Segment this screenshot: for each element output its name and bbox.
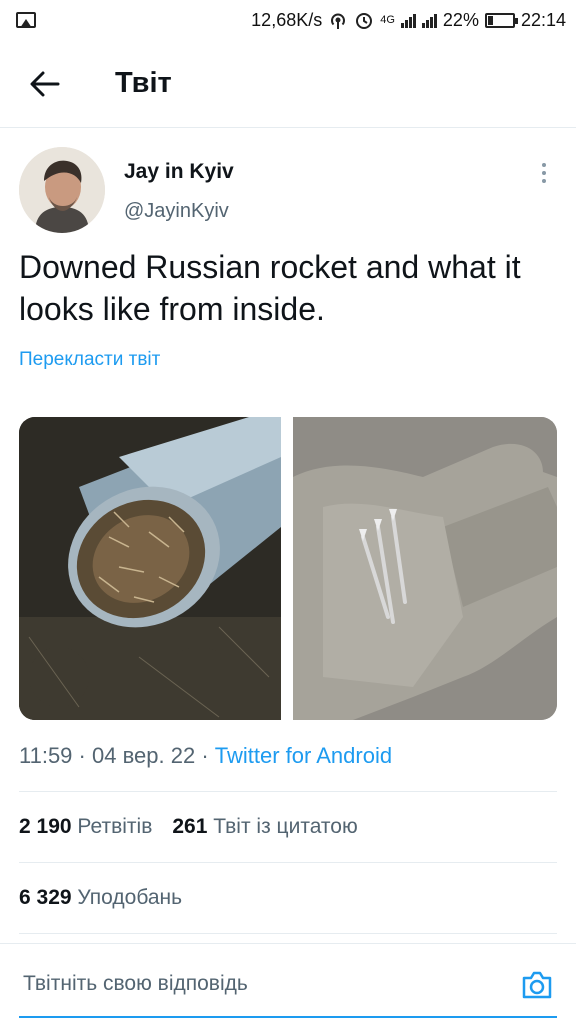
retweets-count: 2 190 [19, 815, 72, 838]
likes-count: 6 329 [19, 886, 72, 909]
clock: 22:14 [520, 9, 566, 30]
divider [19, 791, 557, 792]
tweet-media [19, 417, 557, 720]
tweet-client-link[interactable]: Twitter for Android [215, 743, 392, 768]
hotspot-icon [331, 13, 346, 29]
likes-stat[interactable]: 6 329 Уподобань [19, 886, 182, 910]
avatar-image [19, 147, 105, 233]
page-title: Твіт [115, 67, 172, 99]
divider [19, 862, 557, 863]
tweet-text: Downed Russian rocket and what it looks … [19, 249, 521, 327]
header: Твіт [0, 40, 576, 128]
likes-label: Уподобань [77, 886, 183, 909]
retweets-stat[interactable]: 2 190 Ретвітів [19, 815, 152, 839]
divider [19, 933, 557, 934]
avatar[interactable] [19, 147, 105, 233]
retweet-stats: 2 190 Ретвітів 261 Твіт із цитатою [19, 815, 358, 839]
more-options-button[interactable] [530, 158, 558, 188]
photo-icon [19, 417, 281, 720]
image-icon [16, 12, 36, 28]
meta-separator: · [78, 743, 86, 768]
quotes-label: Твіт із цитатою [213, 815, 358, 838]
author-handle[interactable]: @JayinKyiv [124, 200, 229, 223]
quotes-stat[interactable]: 261 Твіт із цитатою [172, 815, 357, 839]
battery-icon [484, 12, 518, 28]
back-button[interactable] [17, 56, 73, 112]
photo-rocket-tube[interactable] [19, 417, 281, 720]
tweet-date: 04 вер. 22 [92, 743, 196, 768]
meta-separator: · [201, 743, 209, 768]
retweets-label: Ретвітів [77, 815, 153, 838]
reply-bar: Твітніть свою відповідь [0, 943, 576, 1024]
more-dot-icon [542, 179, 546, 183]
reply-input-underline [19, 1016, 557, 1018]
more-dot-icon [542, 163, 546, 167]
camera-icon[interactable] [520, 968, 554, 1002]
network-type: 4G [380, 14, 395, 26]
network-speed: 12,68K/s [251, 9, 323, 30]
author-name[interactable]: Jay in Kyiv [124, 160, 234, 184]
photo-darts-in-glove[interactable] [293, 417, 557, 720]
alarm-icon [356, 13, 373, 29]
translate-tweet-link[interactable]: Перекласти твіт [19, 349, 160, 371]
photo-icon [293, 417, 557, 720]
tweet-timestamp: 11:59 · 04 вер. 22 · Twitter for Android [19, 743, 392, 769]
battery-percent: 22% [442, 9, 479, 30]
tweet-time: 11:59 [19, 743, 73, 768]
reply-input[interactable]: Твітніть свою відповідь [23, 972, 248, 996]
more-dot-icon [542, 171, 546, 175]
status-bar: 12,68K/s 4G 22% 22:14 [0, 0, 576, 40]
signal-icon-2 [421, 12, 437, 28]
arrow-left-icon [30, 71, 60, 96]
signal-icon [400, 12, 416, 28]
quotes-count: 261 [172, 815, 208, 838]
